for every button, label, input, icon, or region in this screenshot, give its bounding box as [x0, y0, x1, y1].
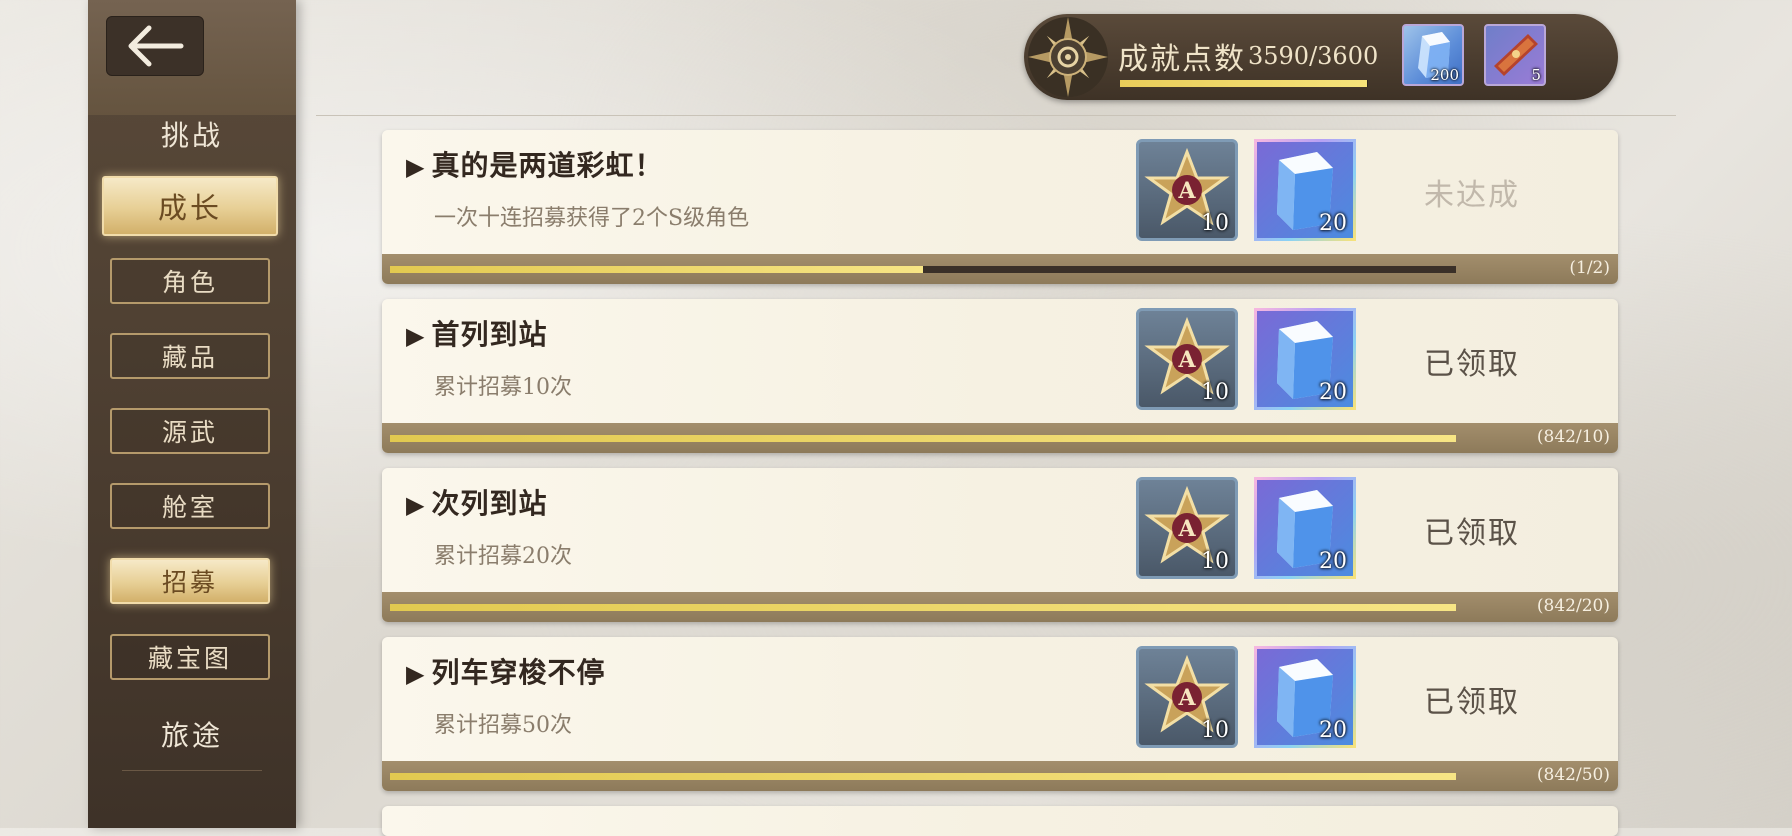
achievement-progress-fill — [390, 773, 1456, 780]
resource-crystal[interactable]: 200 — [1402, 24, 1464, 86]
sidebar-divider — [122, 770, 262, 771]
sidebar-item-weapon[interactable]: 源武 — [110, 408, 270, 454]
achievement-progress: (842/10) — [382, 423, 1618, 453]
achievement-card[interactable]: ▶ 次列到站累计招募20次 A 10 20 已领取 (842/20) — [382, 468, 1618, 622]
achievement-title: ▶ 列车穿梭不停 — [406, 651, 605, 691]
achievement-progress-fill — [390, 604, 1456, 611]
achievement-progress-track — [390, 435, 1456, 442]
reward-count: 10 — [1201, 549, 1229, 574]
achievement-progress-text: (842/10) — [1536, 427, 1610, 447]
achievement-progress-bar — [1120, 80, 1368, 87]
achievement-progress-fill — [390, 266, 923, 273]
back-button[interactable] — [106, 16, 204, 76]
sidebar-header — [88, 0, 296, 115]
achievement-card-partial — [382, 806, 1618, 836]
reward-count: 10 — [1201, 718, 1229, 743]
expand-triangle-icon: ▶ — [406, 490, 426, 519]
reward-count: 20 — [1319, 211, 1347, 236]
sidebar-item-growth[interactable]: 成长 — [102, 176, 278, 236]
reward-crystal[interactable]: 20 — [1254, 139, 1356, 241]
expand-triangle-icon: ▶ — [406, 659, 426, 688]
achievement-status[interactable]: 已领取 — [1392, 508, 1552, 552]
svg-text:A: A — [1177, 347, 1196, 373]
compass-emblem-icon — [1028, 17, 1108, 97]
achievement-progress: (842/50) — [382, 761, 1618, 791]
reward-a-badge[interactable]: A 10 — [1136, 646, 1238, 748]
achievement-description: 一次十连招募获得了2个S级角色 — [434, 206, 750, 231]
expand-triangle-icon: ▶ — [406, 152, 426, 181]
achievement-title: ▶ 真的是两道彩虹！ — [406, 144, 663, 184]
achievement-title: ▶ 首列到站 — [406, 313, 547, 353]
achievement-title-text: 次列到站 — [431, 487, 548, 520]
achievement-card[interactable]: ▶ 首列到站累计招募10次 A 10 20 已领取 (842/10) — [382, 299, 1618, 453]
reward-count: 20 — [1319, 549, 1347, 574]
category-journey[interactable]: 旅途 — [88, 714, 296, 754]
achievement-progress: (1/2) — [382, 254, 1618, 284]
resource-ticket-count: 5 — [1531, 66, 1541, 84]
achievement-progress-track — [390, 266, 1456, 273]
achievement-title-text: 列车穿梭不停 — [431, 656, 606, 689]
reward-count: 20 — [1319, 718, 1347, 743]
reward-a-badge[interactable]: A 10 — [1136, 139, 1238, 241]
achievement-progress-text: (842/50) — [1536, 765, 1610, 785]
achievement-progress-fill — [1120, 80, 1368, 87]
resource-ticket[interactable]: 5 — [1484, 24, 1546, 86]
achievement-status[interactable]: 已领取 — [1392, 339, 1552, 383]
achievement-progress-text: (1/2) — [1569, 258, 1610, 278]
achievement-description: 累计招募10次 — [434, 375, 572, 400]
achievement-progress-fill — [390, 435, 1456, 442]
sidebar-item-character[interactable]: 角色 — [110, 258, 270, 304]
svg-text:A: A — [1177, 685, 1196, 711]
header-divider — [316, 115, 1676, 116]
reward-crystal[interactable]: 20 — [1254, 646, 1356, 748]
sidebar-item-collection[interactable]: 藏品 — [110, 333, 270, 379]
achievement-points-panel: 成就点数 3590/3600 200 5 — [1024, 14, 1618, 100]
category-challenge[interactable]: 挑战 — [88, 114, 296, 154]
achievement-progress-text: (842/20) — [1536, 596, 1610, 616]
reward-count: 20 — [1319, 380, 1347, 405]
svg-text:A: A — [1177, 516, 1196, 542]
reward-count: 10 — [1201, 211, 1229, 236]
sidebar-item-treasure-map[interactable]: 藏宝图 — [110, 634, 270, 680]
sidebar: 挑战 成长 角色 藏品 源武 舱室 招募 藏宝图 旅途 — [88, 0, 296, 828]
achievement-title-text: 首列到站 — [431, 318, 548, 351]
reward-a-badge[interactable]: A 10 — [1136, 477, 1238, 579]
sidebar-item-cabin[interactable]: 舱室 — [110, 483, 270, 529]
reward-crystal[interactable]: 20 — [1254, 308, 1356, 410]
achievement-card[interactable]: ▶ 真的是两道彩虹！ 一次十连招募获得了2个S级角色 A 10 20 未达成 (1/2) — [382, 130, 1618, 284]
achievement-points-value: 3590/3600 — [1248, 42, 1379, 70]
expand-triangle-icon: ▶ — [406, 321, 426, 350]
achievement-progress-track — [390, 773, 1456, 780]
achievement-status[interactable]: 未达成 — [1392, 170, 1552, 214]
achievement-card[interactable]: ▶ 列车穿梭不停累计招募50次 A 10 20 已领取 (842/50) — [382, 637, 1618, 791]
achievement-status[interactable]: 已领取 — [1392, 677, 1552, 721]
sidebar-item-recruit[interactable]: 招募 — [110, 558, 270, 604]
achievement-points-label: 成就点数 — [1118, 42, 1246, 77]
achievement-title-text: 真的是两道彩虹！ — [431, 149, 664, 182]
achievement-description: 累计招募50次 — [434, 713, 572, 738]
achievement-description: 累计招募20次 — [434, 544, 572, 569]
svg-text:A: A — [1177, 178, 1196, 204]
reward-a-badge[interactable]: A 10 — [1136, 308, 1238, 410]
achievement-title: ▶ 次列到站 — [406, 482, 547, 522]
reward-crystal[interactable]: 20 — [1254, 477, 1356, 579]
back-arrow-icon — [128, 25, 184, 67]
resource-crystal-count: 200 — [1430, 66, 1459, 84]
achievement-progress: (842/20) — [382, 592, 1618, 622]
reward-count: 10 — [1201, 380, 1229, 405]
achievement-progress-track — [390, 604, 1456, 611]
